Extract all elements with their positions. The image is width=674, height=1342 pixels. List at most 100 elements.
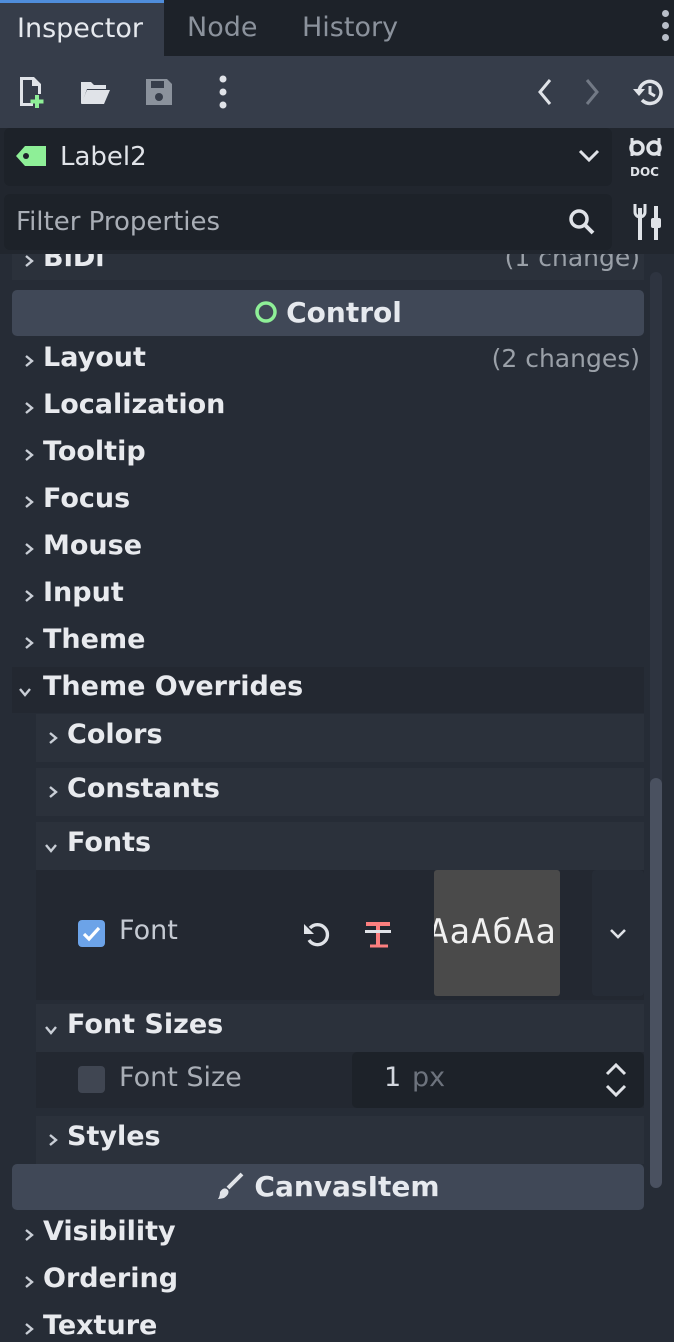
subsection-styles[interactable]: Styles — [36, 1116, 644, 1164]
chevron-right-icon — [25, 590, 34, 602]
chevron-right-icon — [49, 1134, 58, 1146]
section-label: Visibility — [43, 1216, 176, 1247]
chevron-right-icon — [25, 255, 34, 267]
revert-icon[interactable] — [302, 920, 332, 948]
chevron-down-icon — [578, 149, 600, 163]
more-options-icon[interactable] — [201, 70, 245, 114]
paintbrush-icon — [218, 1172, 244, 1199]
category-canvasitem: CanvasItem — [12, 1164, 644, 1210]
section-texture[interactable]: Texture — [12, 1306, 644, 1342]
chevron-right-icon — [25, 496, 34, 508]
section-input[interactable]: Input — [12, 573, 644, 619]
dock-menu-icon[interactable] — [658, 10, 672, 46]
save-icon[interactable] — [137, 70, 181, 114]
chevron-right-icon — [25, 402, 34, 414]
property-label: Font Size — [119, 1062, 242, 1093]
scrollbar-thumb[interactable] — [650, 778, 662, 1188]
chevron-right-icon — [49, 786, 58, 798]
search-icon — [569, 209, 595, 235]
font-size-unit: px — [412, 1062, 446, 1093]
open-documentation-icon[interactable]: DOC — [626, 134, 670, 182]
chevron-down-icon — [610, 929, 626, 939]
subsection-constants[interactable]: Constants — [36, 768, 644, 816]
history-back-icon[interactable] — [523, 70, 567, 114]
section-label: Layout — [43, 342, 146, 373]
chevron-down-icon — [19, 688, 31, 697]
recent-history-icon[interactable] — [626, 70, 670, 114]
chevron-right-icon — [25, 1276, 34, 1288]
section-label: Ordering — [43, 1263, 179, 1294]
chevron-right-icon — [25, 449, 34, 461]
subsection-fonts[interactable]: Fonts — [36, 822, 644, 870]
section-label: Fonts — [67, 827, 152, 858]
chevron-down-icon — [45, 844, 57, 853]
svg-text:DOC: DOC — [630, 165, 659, 179]
chevron-right-icon — [25, 543, 34, 555]
property-font: Font AaAбAa — [36, 870, 644, 1000]
chevron-down-icon — [45, 1026, 57, 1035]
tab-history[interactable]: History — [302, 0, 398, 56]
section-label: Constants — [67, 773, 220, 804]
object-selector[interactable]: Label2 — [4, 128, 612, 186]
tab-node[interactable]: Node — [187, 0, 257, 56]
section-mouse[interactable]: Mouse — [12, 526, 644, 572]
font-size-value: 1 — [384, 1062, 402, 1093]
section-layout[interactable]: Layout (2 changes) — [12, 338, 644, 384]
section-bidi[interactable]: BiDi (1 change) — [12, 254, 644, 280]
section-label: BiDi — [43, 254, 105, 273]
history-forward-icon[interactable] — [570, 70, 614, 114]
section-label: Tooltip — [43, 436, 146, 467]
section-label: Theme Overrides — [43, 671, 304, 702]
subsection-colors[interactable]: Colors — [36, 714, 644, 762]
section-theme[interactable]: Theme — [12, 620, 644, 666]
dock-tab-bar: Inspector Node History — [0, 0, 674, 56]
property-font-size: Font Size 1 px — [36, 1052, 644, 1108]
open-folder-icon[interactable] — [73, 70, 117, 114]
changes-count: (1 change) — [504, 254, 640, 272]
chevron-right-icon — [25, 1323, 34, 1335]
tab-inspector[interactable]: Inspector — [0, 0, 164, 56]
chevron-right-icon — [25, 1229, 34, 1241]
section-localization[interactable]: Localization — [12, 385, 644, 431]
section-label: Texture — [43, 1310, 158, 1341]
font-override-checkbox[interactable] — [78, 920, 105, 947]
new-resource-icon[interactable] — [10, 70, 54, 114]
section-label: Font Sizes — [67, 1009, 224, 1040]
section-label: Styles — [67, 1121, 161, 1152]
section-label: Theme — [43, 624, 146, 655]
filter-properties-input[interactable]: Filter Properties — [16, 194, 220, 250]
filter-properties-field[interactable]: Filter Properties — [4, 194, 612, 250]
subsection-font-sizes[interactable]: Font Sizes — [36, 1004, 644, 1052]
font-preview[interactable]: AaAбAa — [434, 870, 560, 996]
chevron-right-icon — [25, 637, 34, 649]
font-size-override-checkbox[interactable] — [78, 1066, 105, 1093]
section-visibility[interactable]: Visibility — [12, 1212, 644, 1258]
section-label: Input — [43, 577, 124, 608]
font-dropdown-button[interactable] — [592, 870, 644, 996]
category-label: CanvasItem — [254, 1170, 440, 1203]
spinbox-arrows-icon[interactable] — [604, 1062, 628, 1098]
property-label: Font — [119, 915, 178, 946]
section-ordering[interactable]: Ordering — [12, 1259, 644, 1305]
inspector-toolbar — [0, 56, 674, 128]
section-focus[interactable]: Focus — [12, 479, 644, 525]
label-node-icon — [16, 146, 46, 166]
section-tooltip[interactable]: Tooltip — [12, 432, 644, 478]
section-theme-overrides[interactable]: Theme Overrides — [12, 667, 644, 713]
changes-count: (2 changes) — [491, 344, 640, 373]
tools-menu-icon[interactable] — [628, 200, 668, 244]
font-resource-icon — [365, 922, 391, 948]
font-preview-text: AaAбAa — [434, 912, 557, 952]
category-control: Control — [12, 290, 644, 336]
section-label: Colors — [67, 719, 163, 750]
control-node-icon — [255, 301, 277, 323]
category-label: Control — [286, 296, 402, 329]
section-label: Mouse — [43, 530, 143, 561]
font-size-spinbox[interactable]: 1 px — [352, 1052, 644, 1108]
chevron-right-icon — [25, 355, 34, 367]
selected-node-name: Label2 — [60, 142, 147, 172]
section-label: Localization — [43, 389, 226, 420]
section-label: Focus — [43, 483, 131, 514]
chevron-right-icon — [49, 732, 58, 744]
property-list: BiDi (1 change) Control Layout (2 change… — [0, 254, 674, 1342]
